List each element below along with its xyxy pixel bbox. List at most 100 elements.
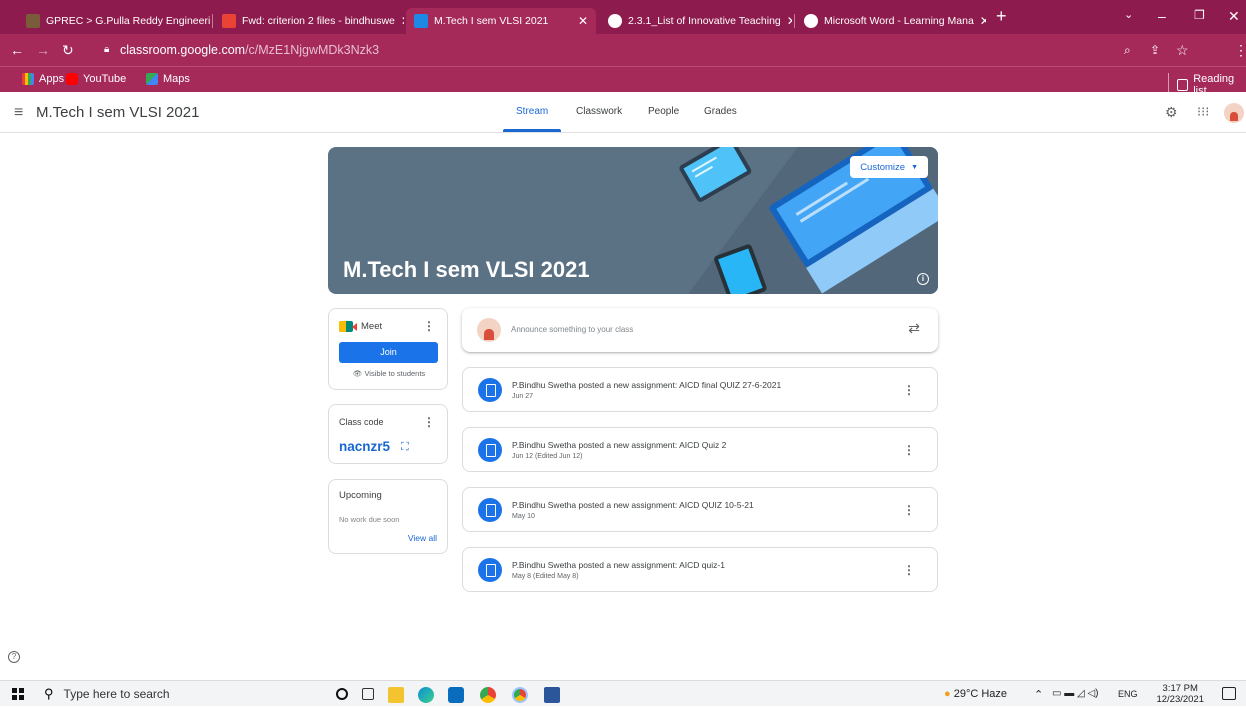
language-indicator[interactable]: ENG bbox=[1118, 689, 1138, 699]
class-code-label: Class code bbox=[339, 417, 384, 427]
class-code-more-options-icon[interactable]: ⋮ bbox=[423, 415, 435, 429]
fullscreen-icon[interactable]: ⛶ bbox=[401, 441, 409, 454]
info-icon[interactable]: i bbox=[917, 273, 929, 285]
active-tab-indicator bbox=[503, 129, 561, 132]
zoom-icon[interactable]: ⌕ bbox=[1124, 43, 1131, 58]
new-tab-icon[interactable]: + bbox=[996, 6, 1007, 27]
notification-center-icon[interactable] bbox=[1222, 687, 1236, 700]
browser-tab-gprec[interactable]: GPREC > G.Pulla Reddy Engineeri ✕ bbox=[18, 8, 211, 34]
taskbar-clock[interactable]: 3:17 PM 12/23/2021 bbox=[1156, 683, 1204, 705]
close-window-icon[interactable]: ✕ bbox=[1228, 8, 1240, 25]
tab-grades[interactable]: Grades bbox=[704, 106, 737, 117]
bookmark-apps[interactable]: Apps bbox=[22, 73, 64, 85]
file-explorer-icon[interactable] bbox=[388, 687, 404, 703]
tab-label: Microsoft Word - Learning Mana bbox=[824, 15, 974, 27]
close-tab-icon[interactable]: ✕ bbox=[210, 14, 211, 28]
stream-post[interactable]: P.Bindhu Swetha posted a new assignment:… bbox=[462, 487, 938, 532]
chrome-active-icon[interactable] bbox=[512, 687, 528, 703]
close-tab-icon[interactable]: ✕ bbox=[572, 14, 588, 28]
apps-grid-icon bbox=[22, 73, 34, 85]
minimize-icon[interactable]: – bbox=[1158, 8, 1166, 24]
browser-tab-innovative[interactable]: 2.3.1_List of Innovative Teaching ✕ bbox=[600, 8, 792, 34]
browser-tab-word[interactable]: Microsoft Word - Learning Mana ✕ bbox=[796, 8, 986, 34]
forward-arrow-icon[interactable]: → bbox=[36, 42, 50, 58]
post-more-options-icon[interactable]: ⋮ bbox=[903, 443, 915, 457]
meet-card: Meet ⋮ Join 👁︎ Visible to students bbox=[328, 308, 448, 390]
meet-more-options-icon[interactable]: ⋮ bbox=[423, 319, 435, 333]
view-all-link[interactable]: View all bbox=[408, 533, 437, 543]
browser-tab-gmail[interactable]: Fwd: criterion 2 files - bindhuswe ✕ bbox=[214, 8, 404, 34]
maximize-icon[interactable]: ❐ bbox=[1194, 8, 1205, 22]
youtube-icon bbox=[66, 73, 78, 85]
bookmark-label: Apps bbox=[39, 73, 65, 85]
reuse-post-icon[interactable]: ⇄ bbox=[908, 320, 920, 337]
browser-menu-icon[interactable]: ⋮ bbox=[1234, 42, 1246, 59]
taskbar-search-placeholder: Type here to search bbox=[63, 687, 170, 701]
post-date: May 8 (Edited May 8) bbox=[512, 573, 579, 580]
tab-search-chevron-icon[interactable]: ⌄ bbox=[1124, 8, 1133, 21]
tab-classwork[interactable]: Classwork bbox=[576, 106, 622, 117]
stream-post[interactable]: P.Bindhu Swetha posted a new assignment:… bbox=[462, 547, 938, 592]
stream-post[interactable]: P.Bindhu Swetha posted a new assignment:… bbox=[462, 367, 938, 412]
post-more-options-icon[interactable]: ⋮ bbox=[903, 503, 915, 517]
dropdown-caret-icon: ▼ bbox=[911, 163, 918, 171]
browser-tab-classroom[interactable]: M.Tech I sem VLSI 2021 ✕ bbox=[406, 8, 596, 34]
post-title: P.Bindhu Swetha posted a new assignment:… bbox=[512, 560, 725, 570]
windows-taskbar: ⚲ Type here to search ● 29°C Haze ⌃ ▭ ▬ … bbox=[0, 680, 1246, 706]
announce-placeholder[interactable]: Announce something to your class bbox=[511, 325, 633, 334]
bookmark-maps[interactable]: Maps bbox=[146, 73, 190, 85]
close-tab-icon[interactable]: ✕ bbox=[781, 14, 792, 28]
show-hidden-icons-chevron-icon[interactable]: ⌃ bbox=[1034, 688, 1043, 701]
windows-start-icon[interactable] bbox=[12, 688, 24, 700]
class-code-card: Class code ⋮ nacnzr5 ⛶ bbox=[328, 404, 448, 464]
bookmark-star-icon[interactable]: ☆ bbox=[1176, 42, 1189, 59]
taskbar-search[interactable]: ⚲ Type here to search bbox=[40, 681, 310, 707]
maps-icon bbox=[146, 73, 158, 85]
account-avatar[interactable] bbox=[1224, 103, 1244, 123]
stream-post[interactable]: P.Bindhu Swetha posted a new assignment:… bbox=[462, 427, 938, 472]
gprec-favicon-icon bbox=[26, 14, 40, 28]
main-menu-icon[interactable]: ≡ bbox=[14, 104, 23, 122]
url-domain: classroom.google.com bbox=[120, 43, 246, 57]
task-view-icon[interactable] bbox=[362, 688, 374, 700]
reload-icon[interactable]: ↻ bbox=[62, 42, 74, 59]
post-more-options-icon[interactable]: ⋮ bbox=[903, 563, 915, 577]
close-tab-icon[interactable]: ✕ bbox=[974, 14, 986, 28]
edge-icon[interactable] bbox=[418, 687, 434, 703]
weather-widget[interactable]: ● 29°C Haze bbox=[944, 688, 1007, 700]
word-icon[interactable] bbox=[544, 687, 560, 703]
class-title[interactable]: M.Tech I sem VLSI 2021 bbox=[36, 104, 199, 121]
bookmark-youtube[interactable]: YouTube bbox=[66, 73, 126, 85]
help-icon[interactable]: ? bbox=[8, 651, 20, 663]
back-arrow-icon[interactable]: ← bbox=[10, 42, 24, 58]
address-bar: ← → ↻ 🔒︎ classroom.google.com/c/MzE1Njgw… bbox=[0, 34, 1246, 92]
announce-box[interactable]: Announce something to your class ⇄ bbox=[462, 308, 938, 352]
post-title: P.Bindhu Swetha posted a new assignment:… bbox=[512, 440, 727, 450]
chrome-icon[interactable] bbox=[480, 687, 496, 703]
classroom-app-bar: ≡ M.Tech I sem VLSI 2021 Stream Classwor… bbox=[0, 92, 1246, 133]
join-meet-button[interactable]: Join bbox=[339, 342, 438, 363]
mail-icon[interactable] bbox=[448, 687, 464, 703]
google-apps-icon[interactable]: ⁝⁝⁝ bbox=[1197, 104, 1209, 120]
customize-button[interactable]: Customize ▼ bbox=[850, 156, 928, 178]
close-tab-icon[interactable]: ✕ bbox=[395, 14, 404, 28]
visibility-label: Visible to students bbox=[364, 369, 426, 378]
tab-people[interactable]: People bbox=[648, 106, 679, 117]
class-code-value: nacnzr5 bbox=[339, 439, 391, 454]
post-title: P.Bindhu Swetha posted a new assignment:… bbox=[512, 380, 782, 390]
tab-label: M.Tech I sem VLSI 2021 bbox=[434, 15, 549, 27]
gmail-favicon-icon bbox=[222, 14, 236, 28]
url-field[interactable]: classroom.google.com/c/MzE1NjgwMDk3Nzk3 bbox=[120, 43, 379, 57]
system-tray-icons[interactable]: ▭ ▬ ◿ ◁) bbox=[1052, 688, 1099, 699]
bookmark-label: Maps bbox=[163, 73, 190, 85]
google-meet-icon bbox=[339, 321, 357, 332]
post-title: P.Bindhu Swetha posted a new assignment:… bbox=[512, 500, 754, 510]
visibility-note: 👁︎ Visible to students bbox=[329, 369, 449, 378]
tab-stream[interactable]: Stream bbox=[516, 106, 548, 117]
class-settings-gear-icon[interactable]: ⚙ bbox=[1165, 104, 1178, 121]
eye-icon: 👁︎ bbox=[352, 369, 363, 378]
share-icon[interactable]: ⇪ bbox=[1150, 43, 1160, 57]
clock-date: 12/23/2021 bbox=[1156, 694, 1204, 705]
cortana-icon[interactable] bbox=[336, 688, 348, 700]
post-more-options-icon[interactable]: ⋮ bbox=[903, 383, 915, 397]
